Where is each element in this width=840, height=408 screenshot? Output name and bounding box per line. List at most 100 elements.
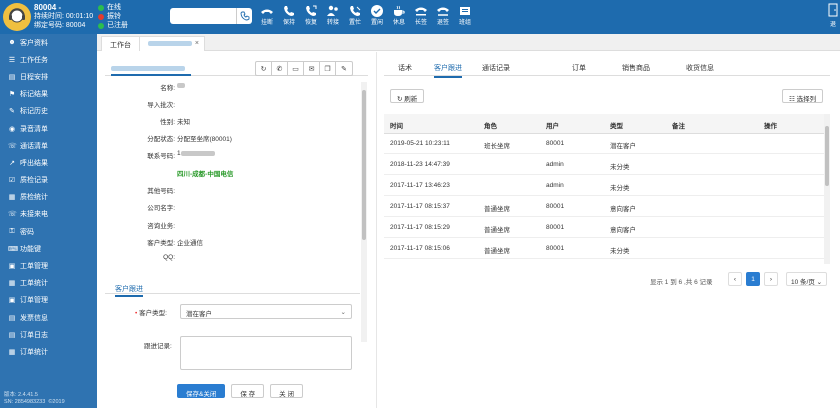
table-scrollbar-thumb[interactable] xyxy=(825,126,829,186)
table-row[interactable]: 2017-11-17 08:15:06 普通坐席 80001 未分类 xyxy=(384,239,824,259)
customer-field-value: 四川-成都-中国电信 xyxy=(177,168,233,178)
sidebar-item-label: 日程安排 xyxy=(20,73,48,81)
sidebar-item-10[interactable]: ☏ 未接来电 xyxy=(0,206,97,223)
detail-tab-3[interactable]: 订单 xyxy=(572,63,586,73)
close-button[interactable]: 关 闭 xyxy=(270,384,303,398)
detail-tab-0[interactable]: 话术 xyxy=(398,63,412,73)
call-icon[interactable]: ✆ xyxy=(272,62,288,75)
group-button[interactable]: 班组 xyxy=(454,3,476,28)
sidebar-item-4[interactable]: ✎ 标记历史 xyxy=(0,103,97,120)
customer-scrollbar[interactable] xyxy=(361,82,367,342)
column-header[interactable]: 用户 xyxy=(546,120,559,130)
sidebar-item-label: 标记结果 xyxy=(20,91,48,99)
sidebar-item-label: 通话清单 xyxy=(20,142,48,150)
copy-icon[interactable]: ❐ xyxy=(320,62,336,75)
next-page-button[interactable]: › xyxy=(764,272,778,286)
sidebar-item-12[interactable]: ⌨ 功能键 xyxy=(0,240,97,257)
hangup-button[interactable]: 挂断 xyxy=(256,3,278,28)
refresh-icon[interactable]: ↻ xyxy=(256,62,272,75)
detail-tab-2[interactable]: 通话记录 xyxy=(482,63,510,73)
customer-field-value-text: 企业通信 xyxy=(177,240,203,247)
edit-icon[interactable]: ✎ xyxy=(336,62,352,75)
resume-button[interactable]: 恢复 xyxy=(300,3,322,28)
table-cell: 2017-11-17 08:15:29 xyxy=(390,224,450,231)
order-stat-icon: ▦ xyxy=(8,348,16,356)
registered-dot-icon xyxy=(98,22,104,29)
sidebar-item-6[interactable]: ☏ 通话清单 xyxy=(0,137,97,154)
sidebar-item-7[interactable]: ↗ 呼出结果 xyxy=(0,154,97,171)
sidebar-item-0[interactable]: ☻ 客户资料 xyxy=(0,34,97,51)
idle-icon xyxy=(370,3,384,19)
column-header[interactable]: 时间 xyxy=(390,120,403,130)
customer-field-row: 名称: xyxy=(105,82,360,92)
rest-button[interactable]: 休息 xyxy=(388,3,410,28)
sidebar-footer: 版本: 2.4.41.5 SN: 2854983233 ©2019 xyxy=(4,392,65,406)
exit-button[interactable]: 退 xyxy=(826,3,840,28)
table-header: 时间 角色 用户 类型 备注 操作 xyxy=(384,114,830,134)
table-cell: 未分类 xyxy=(610,164,630,171)
idle-button[interactable]: 置闲 xyxy=(366,3,388,28)
sidebar-item-17[interactable]: ▤ 订单日志 xyxy=(0,326,97,343)
mail-icon[interactable]: ✉ xyxy=(304,62,320,75)
sidebar-item-8[interactable]: ☑ 质检记录 xyxy=(0,172,97,189)
hold-button[interactable]: 保持 xyxy=(278,3,300,28)
column-header[interactable]: 类型 xyxy=(610,120,623,130)
table-scrollbar[interactable] xyxy=(824,114,830,264)
table-row[interactable]: 2017-11-17 13:46:23 admin 未分类 xyxy=(384,176,824,196)
tab-customer[interactable]: × xyxy=(139,36,205,51)
table-row[interactable]: 2017-11-17 08:15:29 普通坐席 80001 意向客户 xyxy=(384,218,824,238)
record-icon: ◉ xyxy=(8,125,16,133)
sidebar-item-13[interactable]: ▣ 工单管理 xyxy=(0,257,97,274)
column-header[interactable]: 操作 xyxy=(764,120,777,130)
customer-scrollbar-thumb[interactable] xyxy=(362,90,366,240)
page-1-button[interactable]: 1 xyxy=(746,272,760,286)
sidebar-item-1[interactable]: ☰ 工作任务 xyxy=(0,51,97,68)
save-close-button[interactable]: 保存&关闭 xyxy=(177,384,226,398)
copyright-text: ©2019 xyxy=(48,399,65,405)
sidebar-item-18[interactable]: ▦ 订单统计 xyxy=(0,343,97,360)
detail-tab-1[interactable]: 客户跟进 xyxy=(434,63,462,78)
detail-tab-4[interactable]: 销售商品 xyxy=(622,63,650,73)
customer-type-select[interactable]: 潜在客户 ⌄ xyxy=(180,304,352,319)
prev-page-button[interactable]: ‹ xyxy=(728,272,742,286)
tab-close-icon[interactable]: × xyxy=(195,40,199,47)
sidebar-item-2[interactable]: ▤ 日程安排 xyxy=(0,68,97,85)
history-icon: ✎ xyxy=(9,108,15,116)
followup-record-textarea[interactable] xyxy=(180,336,352,370)
tab-workbench[interactable]: 工作台 xyxy=(101,36,140,51)
customer-title-tab[interactable] xyxy=(111,62,191,76)
rest-icon xyxy=(392,3,406,19)
per-page-select[interactable]: 10 条/页 ⌄ xyxy=(786,272,828,286)
sidebar-item-14[interactable]: ▦ 工单统计 xyxy=(0,275,97,292)
choose-columns-button[interactable]: ☷ 选择列 xyxy=(782,89,824,103)
customer-type-label-text: 客户类型: xyxy=(139,310,167,317)
transfer-button[interactable]: 转接 xyxy=(322,3,344,28)
long-sign-button[interactable]: 长签 xyxy=(410,3,432,28)
column-header[interactable]: 备注 xyxy=(672,120,685,130)
dial-phone-icon[interactable] xyxy=(236,8,252,24)
sidebar-item-11[interactable]: ⚿ 密码 xyxy=(0,223,97,240)
save-button[interactable]: 保 存 xyxy=(231,384,265,398)
table-row[interactable]: 2019-05-21 10:23:11 班长坐席 80001 潜在客户 xyxy=(384,134,824,154)
column-header[interactable]: 角色 xyxy=(484,120,497,130)
refresh-button-icon: ↻ xyxy=(397,96,403,103)
panel-divider[interactable] xyxy=(376,52,377,408)
sidebar-item-9[interactable]: ▦ 质检统计 xyxy=(0,189,97,206)
table-row[interactable]: 2018-11-23 14:47:39 admin 未分类 xyxy=(384,155,824,175)
sidebar: ☻ 客户资料 ☰ 工作任务 ▤ 日程安排 ⚑ 标记结果 ✎ 标记历史 ◉ 录音清单 ☏ 通话清单 ↗ 呼出结果… xyxy=(0,34,97,408)
detail-tab-5[interactable]: 收货信息 xyxy=(686,63,714,73)
sidebar-item-16[interactable]: ▤ 发票信息 xyxy=(0,309,97,326)
sidebar-item-15[interactable]: ▣ 订单管理 xyxy=(0,292,97,309)
sign-out-button[interactable]: 退签 xyxy=(432,3,454,28)
followup-tab[interactable]: 客户跟进 xyxy=(115,284,143,297)
sidebar-item-5[interactable]: ◉ 录音清单 xyxy=(0,120,97,137)
busy-button[interactable]: 置忙 xyxy=(344,3,366,28)
table-row[interactable]: 2017-11-17 08:15:37 普通坐席 80001 意向客户 xyxy=(384,197,824,217)
customer-field-label: 其他号码: xyxy=(147,188,175,195)
sms-icon[interactable]: ▭ xyxy=(288,62,304,75)
chevron-down-icon: ⌄ xyxy=(816,279,823,286)
sidebar-item-3[interactable]: ⚑ 标记结果 xyxy=(0,86,97,103)
agent-avatar[interactable] xyxy=(3,3,31,31)
refresh-button[interactable]: ↻ 刷新 xyxy=(390,89,425,103)
dial-input[interactable] xyxy=(170,8,252,24)
